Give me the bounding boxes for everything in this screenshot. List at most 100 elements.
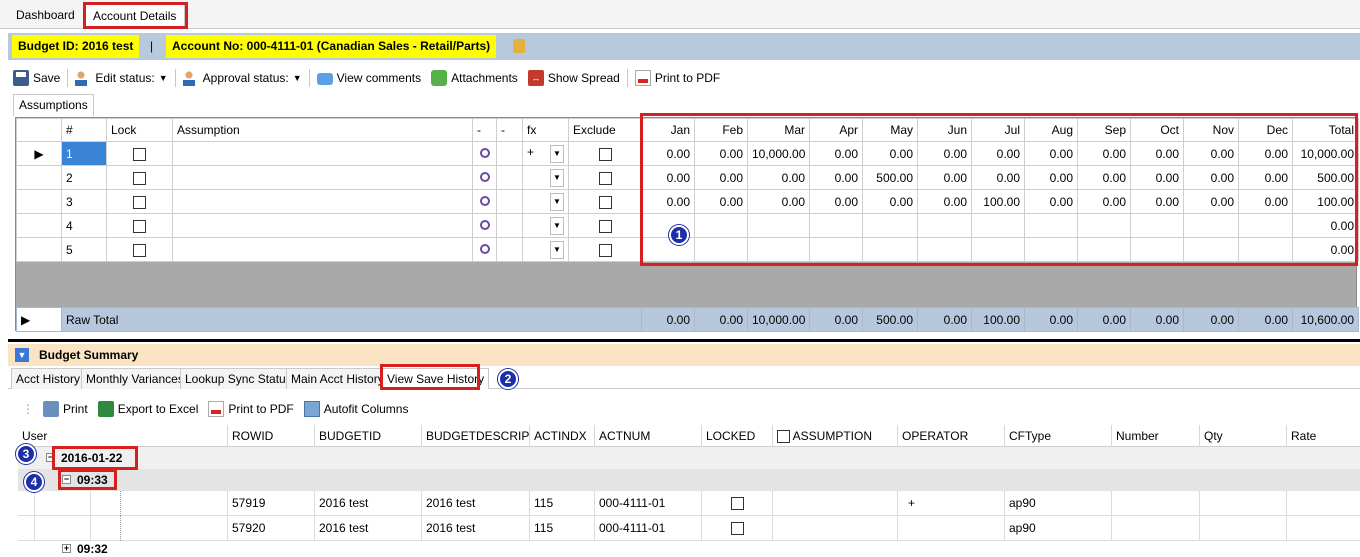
cell-apr[interactable]: 0.00 xyxy=(809,165,863,190)
blank-cell[interactable] xyxy=(496,237,523,262)
cell-descrip[interactable]: 2016 test xyxy=(421,516,475,541)
cell-descrip[interactable]: 2016 test xyxy=(421,491,475,516)
tab-monthly-variances[interactable]: Monthly Variances xyxy=(81,368,189,389)
exclude-cell[interactable] xyxy=(568,213,642,238)
cell-jan[interactable]: 0.00 xyxy=(641,165,695,190)
cell-nov[interactable] xyxy=(1183,213,1239,238)
cell-apr[interactable] xyxy=(809,237,863,262)
exclude-cell[interactable] xyxy=(568,237,642,262)
col-header-locked[interactable]: LOCKED xyxy=(701,425,755,447)
search-icon[interactable] xyxy=(479,195,490,206)
cell-jul[interactable] xyxy=(971,237,1025,262)
row-selector[interactable] xyxy=(16,237,62,262)
cell-jul[interactable]: 0.00 xyxy=(971,141,1025,166)
group-row-time[interactable]: − 09:33 xyxy=(18,469,1360,491)
row-number-cell[interactable]: 5 xyxy=(61,237,107,262)
cell-qty[interactable] xyxy=(1199,491,1204,516)
col-header-apr[interactable]: Apr xyxy=(809,118,863,142)
lock-cell[interactable] xyxy=(106,237,173,262)
cell-may[interactable]: 0.00 xyxy=(862,189,918,214)
cell-may[interactable] xyxy=(862,213,918,238)
lock-checkbox[interactable] xyxy=(133,195,146,209)
group-row-date[interactable]: − 2016-01-22 xyxy=(18,447,1360,469)
row-number-cell[interactable]: 3 xyxy=(61,189,107,214)
lookup-cell[interactable] xyxy=(472,141,497,166)
fx-cell[interactable]: ▼ xyxy=(522,189,569,214)
tab-main-acct-history[interactable]: Main Acct History xyxy=(286,368,389,389)
cell-number[interactable] xyxy=(1111,491,1116,516)
cell-mar[interactable]: 0.00 xyxy=(747,189,810,214)
cell-jun[interactable]: 0.00 xyxy=(917,141,972,166)
grid-row[interactable]: 3 ▼ 0.00 0.00 0.00 0.00 0.00 0.00 100.00 0.00 0.00… xyxy=(16,189,1359,214)
col-header-num[interactable]: # xyxy=(61,118,107,142)
col-header-may[interactable]: May xyxy=(862,118,918,142)
col-header-actindx[interactable]: ACTINDX xyxy=(529,425,587,447)
cell-jan[interactable]: 0.00 xyxy=(641,141,695,166)
row-number-cell[interactable]: 1 xyxy=(61,141,107,166)
grid-row[interactable]: 2 ▼ 0.00 0.00 0.00 0.00 500.00 0.00 0.00 0.00 0.00… xyxy=(16,165,1359,190)
exclude-cell[interactable] xyxy=(568,165,642,190)
cell-oct[interactable] xyxy=(1130,213,1184,238)
col-header-fx[interactable]: fx xyxy=(522,118,569,142)
assumption-cell[interactable] xyxy=(172,141,473,166)
col-header-mar[interactable]: Mar xyxy=(747,118,810,142)
cell-apr[interactable]: 0.00 xyxy=(809,189,863,214)
row-selector[interactable] xyxy=(16,213,62,238)
cell-nov[interactable]: 0.00 xyxy=(1183,189,1239,214)
cell-mar[interactable]: 0.00 xyxy=(747,165,810,190)
cell-aug[interactable]: 0.00 xyxy=(1024,189,1078,214)
col-header-sep[interactable]: Sep xyxy=(1077,118,1131,142)
col-header-exclude[interactable]: Exclude xyxy=(568,118,642,142)
cell-sep[interactable] xyxy=(1077,213,1131,238)
cell-qty[interactable] xyxy=(1199,516,1204,541)
cell-cftype[interactable]: ap90 xyxy=(1004,516,1036,541)
cell-may[interactable]: 0.00 xyxy=(862,141,918,166)
cell-assumption[interactable] xyxy=(772,516,777,541)
col-header-dash-1[interactable]: - xyxy=(472,118,497,142)
col-header-dec[interactable]: Dec xyxy=(1238,118,1293,142)
view-comments-button[interactable]: View comments xyxy=(312,67,426,89)
attachments-button[interactable]: Attachments xyxy=(426,67,523,89)
tab-account-details[interactable]: Account Details xyxy=(84,4,186,28)
col-header-jun[interactable]: Jun xyxy=(917,118,972,142)
cell-dec[interactable] xyxy=(1238,237,1293,262)
cell-oct[interactable]: 0.00 xyxy=(1130,165,1184,190)
row-selector[interactable] xyxy=(16,189,62,214)
exclude-checkbox[interactable] xyxy=(598,147,612,161)
locked-checkbox[interactable] xyxy=(730,497,744,511)
lookup-cell[interactable] xyxy=(472,189,497,214)
cell-apr[interactable] xyxy=(809,213,863,238)
exclude-checkbox[interactable] xyxy=(598,195,612,209)
row-number-cell[interactable]: 2 xyxy=(61,165,107,190)
history-row[interactable]: 57920 2016 test 2016 test 115 000-4111-01 ap9… xyxy=(18,516,1360,541)
cell-aug[interactable]: 0.00 xyxy=(1024,141,1078,166)
cell-rowid[interactable]: 57920 xyxy=(227,516,265,541)
cell-operator[interactable] xyxy=(897,516,908,541)
cell-budgetid[interactable]: 2016 test xyxy=(314,516,368,541)
cell-actindx[interactable]: 115 xyxy=(529,516,553,541)
chevron-down-icon[interactable]: ▼ xyxy=(550,216,564,235)
cell-apr[interactable]: 0.00 xyxy=(809,141,863,166)
cell-feb[interactable]: 0.00 xyxy=(694,189,748,214)
col-header-assumption[interactable]: Assumption xyxy=(172,118,473,142)
collapse-icon[interactable]: ▼ xyxy=(15,348,29,362)
col-header-budgetid[interactable]: BUDGETID xyxy=(314,425,381,447)
cell-rate[interactable] xyxy=(1286,491,1291,516)
tab-dashboard[interactable]: Dashboard xyxy=(8,4,83,28)
cell-nov[interactable]: 0.00 xyxy=(1183,165,1239,190)
col-header-nov[interactable]: Nov xyxy=(1183,118,1239,142)
col-header-lock[interactable]: Lock xyxy=(106,118,173,142)
cell-oct[interactable]: 0.00 xyxy=(1130,141,1184,166)
cell-jul[interactable]: 100.00 xyxy=(971,189,1025,214)
col-header-actnum[interactable]: ACTNUM xyxy=(594,425,650,447)
search-icon[interactable] xyxy=(479,243,490,254)
cell-assumption[interactable] xyxy=(772,491,777,516)
row-selector[interactable]: ▶ xyxy=(16,307,62,332)
blank-cell[interactable] xyxy=(496,165,523,190)
cell-actnum[interactable]: 000-4111-01 xyxy=(594,516,665,541)
tab-view-save-history[interactable]: View Save History xyxy=(382,368,490,389)
summary-print-pdf-button[interactable]: Print to PDF xyxy=(203,398,298,420)
cell-nov[interactable]: 0.00 xyxy=(1183,141,1239,166)
cell-sep[interactable] xyxy=(1077,237,1131,262)
cell-dec[interactable]: 0.00 xyxy=(1238,165,1293,190)
